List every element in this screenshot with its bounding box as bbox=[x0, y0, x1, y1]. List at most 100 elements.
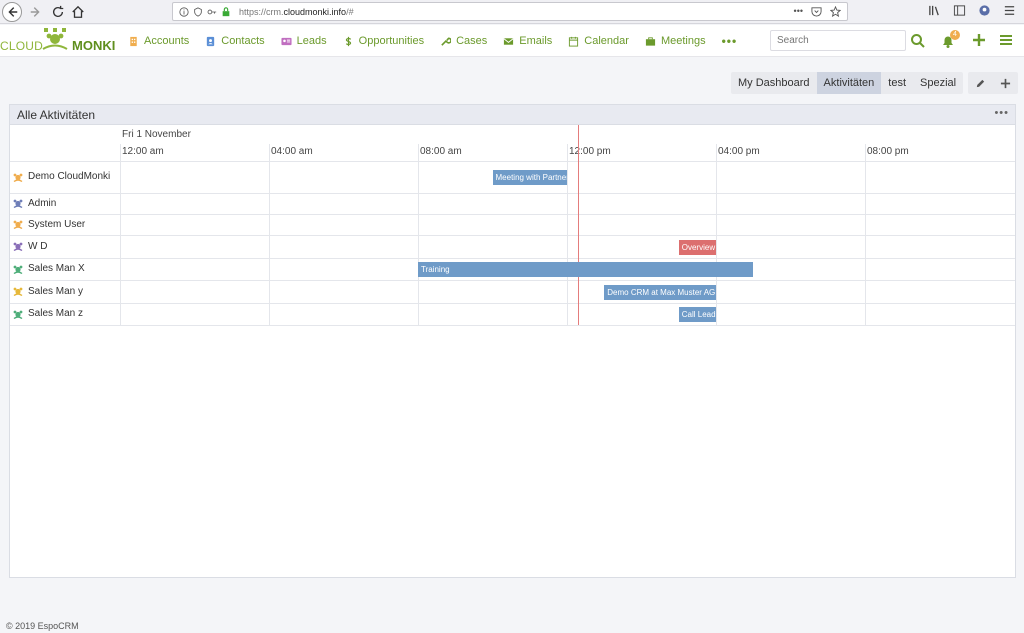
main-nav: Accounts Contacts Leads Opportunities Ca… bbox=[128, 25, 737, 57]
nav-item-meetings[interactable]: Meetings bbox=[645, 35, 706, 47]
user-row-label[interactable]: Sales Man y bbox=[13, 286, 83, 297]
user-row-label[interactable]: W D bbox=[13, 241, 47, 252]
search-icon bbox=[911, 34, 925, 48]
monkey-green-icon bbox=[13, 310, 23, 319]
nav-item-opportunities[interactable]: Opportunities bbox=[343, 35, 424, 47]
footer-copyright: © 2019 EspoCRM bbox=[6, 621, 79, 631]
monkey-orange-icon bbox=[13, 220, 23, 229]
timeline-event[interactable]: Overview bbox=[678, 239, 716, 255]
timeline-event[interactable]: Call Lead bbox=[678, 307, 716, 322]
arrow-left-icon bbox=[8, 7, 18, 17]
monkey-green-icon bbox=[13, 265, 23, 274]
nav-item-cases[interactable]: Cases bbox=[440, 35, 487, 47]
pocket-icon[interactable] bbox=[811, 6, 822, 17]
user-row-label[interactable]: Sales Man z bbox=[13, 308, 83, 319]
hamburger-menu-icon[interactable] bbox=[1003, 4, 1016, 17]
user-row-label[interactable]: Sales Man X bbox=[13, 263, 85, 274]
user-menu-button[interactable] bbox=[998, 32, 1014, 48]
lock-icon bbox=[222, 6, 230, 16]
home-button[interactable] bbox=[68, 2, 88, 22]
edit-dashboard-button[interactable] bbox=[968, 72, 993, 94]
timeline-event[interactable]: Demo CRM at Max Muster AG bbox=[604, 284, 716, 300]
contact-card-icon bbox=[207, 36, 215, 46]
user-name: Admin bbox=[28, 197, 57, 209]
add-dashlet-button[interactable] bbox=[993, 72, 1018, 94]
star-icon[interactable] bbox=[830, 6, 841, 17]
panel-header: Alle Aktivitäten ••• bbox=[10, 105, 1015, 125]
nav-item-accounts[interactable]: Accounts bbox=[128, 35, 189, 47]
timeline-row-divider bbox=[10, 325, 1015, 326]
current-time-indicator bbox=[578, 125, 580, 325]
nav-item-label: Calendar bbox=[584, 35, 629, 47]
time-label: 08:00 pm bbox=[867, 146, 909, 157]
library-icon[interactable] bbox=[928, 4, 941, 17]
sidebar-icon[interactable] bbox=[953, 4, 966, 17]
dollar-icon bbox=[345, 36, 351, 46]
activities-panel: Alle Aktivitäten ••• Fri 1 November 12:0… bbox=[9, 104, 1016, 578]
tab-test[interactable]: test bbox=[881, 72, 913, 94]
time-label: 12:00 pm bbox=[569, 146, 611, 157]
url-bar[interactable]: https://crm.cloudmonki.info/# ••• bbox=[172, 2, 848, 21]
user-name: Sales Man y bbox=[28, 285, 84, 297]
home-icon bbox=[72, 5, 84, 18]
timeline-event[interactable]: Meeting with Partner bbox=[492, 170, 567, 185]
menu-bars-icon bbox=[1000, 35, 1012, 45]
timeline-event[interactable]: Training bbox=[418, 262, 754, 277]
reload-button[interactable] bbox=[48, 2, 68, 22]
dashboard-tools bbox=[968, 72, 1018, 94]
arrow-right-icon bbox=[30, 7, 40, 17]
url-text: https://crm.cloudmonki.info/# bbox=[239, 6, 354, 17]
time-label: 08:00 am bbox=[420, 146, 462, 157]
monkey-yellow-icon bbox=[13, 287, 23, 296]
nav-item-label: Accounts bbox=[144, 35, 190, 47]
user-row-label[interactable]: Admin bbox=[13, 198, 56, 209]
search-button[interactable] bbox=[910, 33, 926, 49]
nav-more-button[interactable]: ••• bbox=[722, 34, 738, 48]
monkey-orange-icon bbox=[13, 173, 23, 182]
nav-item-leads[interactable]: Leads bbox=[281, 35, 327, 47]
search-input[interactable] bbox=[770, 30, 906, 51]
nav-item-label: Opportunities bbox=[358, 35, 425, 47]
panel-menu-button[interactable]: ••• bbox=[994, 107, 1009, 119]
building-icon bbox=[130, 36, 137, 46]
wrench-icon bbox=[441, 36, 452, 46]
forward-button[interactable] bbox=[26, 2, 46, 22]
quick-create-button[interactable] bbox=[971, 32, 987, 48]
plus-icon bbox=[1000, 78, 1011, 88]
tab-aktivitaeten[interactable]: Aktivitäten bbox=[816, 72, 882, 94]
logo[interactable]: CLOUD MONKI bbox=[0, 27, 118, 55]
timeline-row-divider bbox=[10, 161, 1015, 162]
browser-toolbar: https://crm.cloudmonki.info/# ••• bbox=[0, 0, 1024, 24]
briefcase-icon bbox=[645, 36, 656, 46]
tab-my-dashboard[interactable]: My Dashboard bbox=[731, 72, 817, 94]
time-label: 12:00 am bbox=[122, 146, 164, 157]
plus-icon bbox=[973, 34, 985, 46]
timeline: Fri 1 November 12:00 am 04:00 am 08:00 am 1… bbox=[10, 125, 1015, 326]
nav-item-label: Meetings bbox=[660, 35, 706, 47]
user-name: W D bbox=[28, 240, 48, 252]
page-actions-button[interactable]: ••• bbox=[794, 6, 803, 17]
timeline-row-divider bbox=[10, 214, 1015, 215]
notification-badge: 4 bbox=[950, 30, 960, 40]
nav-item-emails[interactable]: Emails bbox=[503, 35, 552, 47]
monkey-purple-icon bbox=[13, 242, 23, 251]
monkey-logo-icon bbox=[42, 28, 68, 50]
time-label: 04:00 am bbox=[271, 146, 313, 157]
user-row-label[interactable]: System User bbox=[13, 219, 85, 230]
back-button[interactable] bbox=[2, 2, 22, 22]
nav-item-calendar[interactable]: Calendar bbox=[568, 35, 629, 47]
nav-item-label: Contacts bbox=[221, 35, 265, 47]
user-row-label[interactable]: Demo CloudMonki bbox=[13, 171, 110, 182]
timeline-row-divider bbox=[10, 258, 1015, 259]
info-icon bbox=[179, 6, 189, 17]
timeline-row-divider bbox=[10, 235, 1015, 236]
app-navbar: CLOUD MONKI Accounts Contacts Leads Oppo… bbox=[0, 25, 1024, 57]
monkey-blue-icon bbox=[13, 199, 23, 208]
timeline-row-divider bbox=[10, 193, 1015, 194]
panel-title: Alle Aktivitäten bbox=[17, 108, 96, 122]
extension-icon[interactable] bbox=[978, 4, 991, 17]
timeline-row-divider bbox=[10, 303, 1015, 304]
tab-spezial[interactable]: Spezial bbox=[913, 72, 963, 94]
time-label: 04:00 pm bbox=[718, 146, 760, 157]
nav-item-contacts[interactable]: Contacts bbox=[205, 35, 265, 47]
